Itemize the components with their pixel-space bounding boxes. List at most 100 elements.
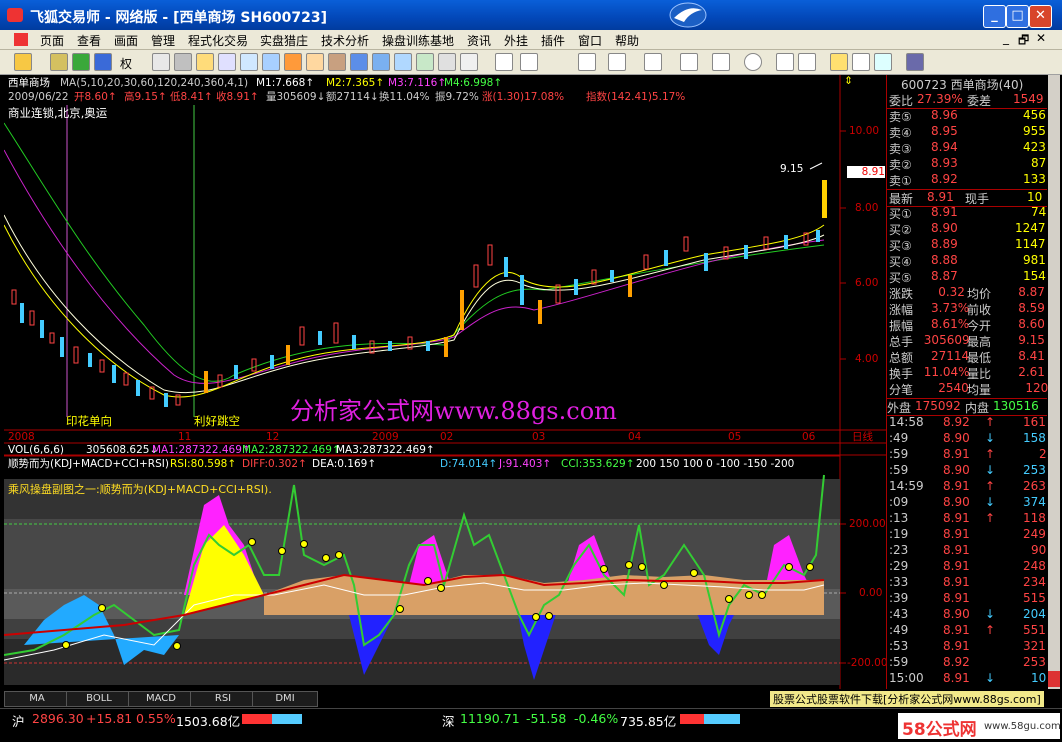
- alert-icon[interactable]: [284, 53, 302, 71]
- bid-volume: 1247: [1015, 221, 1046, 235]
- hand-icon[interactable]: [306, 53, 324, 71]
- tab-dmi[interactable]: DMI: [252, 691, 318, 707]
- maximize-button[interactable]: □: [1006, 5, 1029, 28]
- stat-label: 涨跌: [889, 287, 914, 301]
- menu-screen[interactable]: 画面: [114, 32, 138, 49]
- bid-price: 8.88: [931, 253, 958, 267]
- last-price: 8.91: [927, 190, 954, 204]
- table-icon[interactable]: [394, 53, 412, 71]
- rsi-icon[interactable]: [50, 53, 68, 71]
- quote-panel: 600723 西单商场(40) 委比 27.39% 委差 1549 卖⑤ 8.96…: [886, 75, 1049, 689]
- quote-row: :59 8.91 ↑ 2: [887, 447, 1047, 463]
- stat-label: 最高: [967, 335, 992, 349]
- info-high: 高9.15↑: [124, 91, 167, 103]
- menu-view[interactable]: 查看: [77, 32, 101, 49]
- stat-label: 前收: [967, 303, 992, 317]
- ad-banner[interactable]: 股票公式股票软件下载[分析家公式网www.88gs.com]: [770, 691, 1044, 707]
- parallel-icon[interactable]: [680, 53, 698, 71]
- menu-tech-analysis[interactable]: 技术分析: [321, 32, 369, 49]
- move-icon[interactable]: [72, 53, 90, 71]
- rect-icon[interactable]: [712, 53, 730, 71]
- ma-m1: M1:7.668↑: [256, 77, 315, 89]
- pencil-icon[interactable]: [830, 53, 848, 71]
- circle-icon[interactable]: [744, 53, 762, 71]
- quote-row: :53 8.91 321: [887, 639, 1047, 655]
- text-tool-icon[interactable]: [798, 53, 816, 71]
- menu-manage[interactable]: 管理: [151, 32, 175, 49]
- kline-icon[interactable]: [152, 53, 170, 71]
- quote-row: 换手 11.04% 量比 2.61: [887, 365, 1047, 381]
- ask-volume: 87: [1031, 156, 1047, 170]
- menu-help[interactable]: 帮助: [615, 32, 639, 49]
- fan-icon[interactable]: [608, 53, 626, 71]
- price-tag: 8.91: [847, 166, 885, 178]
- save-icon[interactable]: [906, 53, 924, 71]
- menu-plugins[interactable]: 插件: [541, 32, 565, 49]
- eraser-icon[interactable]: [852, 53, 870, 71]
- scroll-down-arrow-icon[interactable]: [1048, 671, 1060, 687]
- tick-time: :53: [889, 639, 909, 653]
- bar-icon[interactable]: [174, 53, 192, 71]
- menu-training[interactable]: 操盘训练基地: [382, 32, 454, 49]
- tab-rsi[interactable]: RSI: [190, 691, 256, 707]
- tick-scrollbar[interactable]: [1048, 75, 1060, 689]
- quote-row: 15:00 8.91 ↓ 10: [887, 671, 1047, 687]
- open-icon[interactable]: [14, 53, 32, 71]
- channel-icon[interactable]: [644, 53, 662, 71]
- bid-price: 8.87: [931, 269, 958, 283]
- down-arrow-icon[interactable]: [94, 53, 112, 71]
- quote-row: 卖① 8.92 133: [887, 172, 1047, 188]
- vline-icon[interactable]: [578, 53, 596, 71]
- select-icon[interactable]: [874, 53, 892, 71]
- tick-price: 8.90: [943, 495, 970, 509]
- chart-icon[interactable]: [416, 53, 434, 71]
- period-label[interactable]: 日线: [852, 431, 873, 443]
- book-icon[interactable]: [240, 53, 258, 71]
- close-button[interactable]: ✕: [1029, 5, 1052, 28]
- arrow-tool-icon[interactable]: [776, 53, 794, 71]
- child-minimize-button[interactable]: _: [1003, 31, 1009, 45]
- window-icon[interactable]: [372, 53, 390, 71]
- ask-price: 8.92: [931, 172, 958, 186]
- tab-ma[interactable]: MA: [4, 691, 70, 707]
- minimize-button[interactable]: _: [983, 5, 1006, 28]
- stat-value: 3.73%: [931, 301, 970, 315]
- ma-m2: M2:7.365↑: [326, 77, 385, 89]
- quote-row: 总额 27114 最低 8.41: [887, 349, 1047, 365]
- grid-icon[interactable]: [262, 53, 280, 71]
- cursor-icon[interactable]: [495, 53, 513, 71]
- menu-program-trading[interactable]: 程式化交易: [188, 32, 248, 49]
- stat-value: 27114: [931, 349, 970, 363]
- rights-selector[interactable]: 权: [120, 55, 132, 72]
- bird-logo-icon: [669, 2, 707, 28]
- child-restore-button[interactable]: 🗗: [1018, 31, 1029, 52]
- menu-plugin-ext[interactable]: 外挂: [504, 32, 528, 49]
- copy-icon[interactable]: [460, 53, 478, 71]
- stat-label: 换手: [889, 367, 914, 381]
- tab-macd[interactable]: MACD: [128, 691, 194, 707]
- bid-label: 买③: [889, 239, 912, 253]
- window-title: 飞狐交易师 - 网络版 - [西单商场 SH600723]: [30, 10, 328, 26]
- lock-icon[interactable]: [196, 53, 214, 71]
- child-close-button[interactable]: ✕: [1036, 31, 1046, 45]
- tool-icon[interactable]: [328, 53, 346, 71]
- pin-icon[interactable]: ⇕: [844, 75, 853, 87]
- sh-index: 2896.30: [32, 711, 84, 726]
- tick-time: :59: [889, 655, 909, 669]
- stat-label: 量比: [967, 367, 992, 381]
- stat-label: 最低: [967, 351, 992, 365]
- menu-window[interactable]: 窗口: [578, 32, 602, 49]
- layout-icon[interactable]: [350, 53, 368, 71]
- quote-row: 买① 8.91 74: [887, 205, 1047, 221]
- y-tick: 10.00: [849, 125, 880, 137]
- cut-icon[interactable]: [438, 53, 456, 71]
- menu-news[interactable]: 资讯: [467, 32, 491, 49]
- chart-area[interactable]: 西单商场 MA(5,10,20,30,60,120,240,360,4,1) M…: [4, 75, 888, 689]
- tick-volume: 118: [1023, 511, 1046, 525]
- line-tool-icon[interactable]: [520, 53, 538, 71]
- quote-row: :09 8.90 ↓ 374: [887, 495, 1047, 511]
- menu-hunt[interactable]: 实盘猎庄: [260, 32, 308, 49]
- doc-list-icon[interactable]: [218, 53, 236, 71]
- tab-boll[interactable]: BOLL: [66, 691, 132, 707]
- menu-page[interactable]: 页面: [40, 32, 64, 49]
